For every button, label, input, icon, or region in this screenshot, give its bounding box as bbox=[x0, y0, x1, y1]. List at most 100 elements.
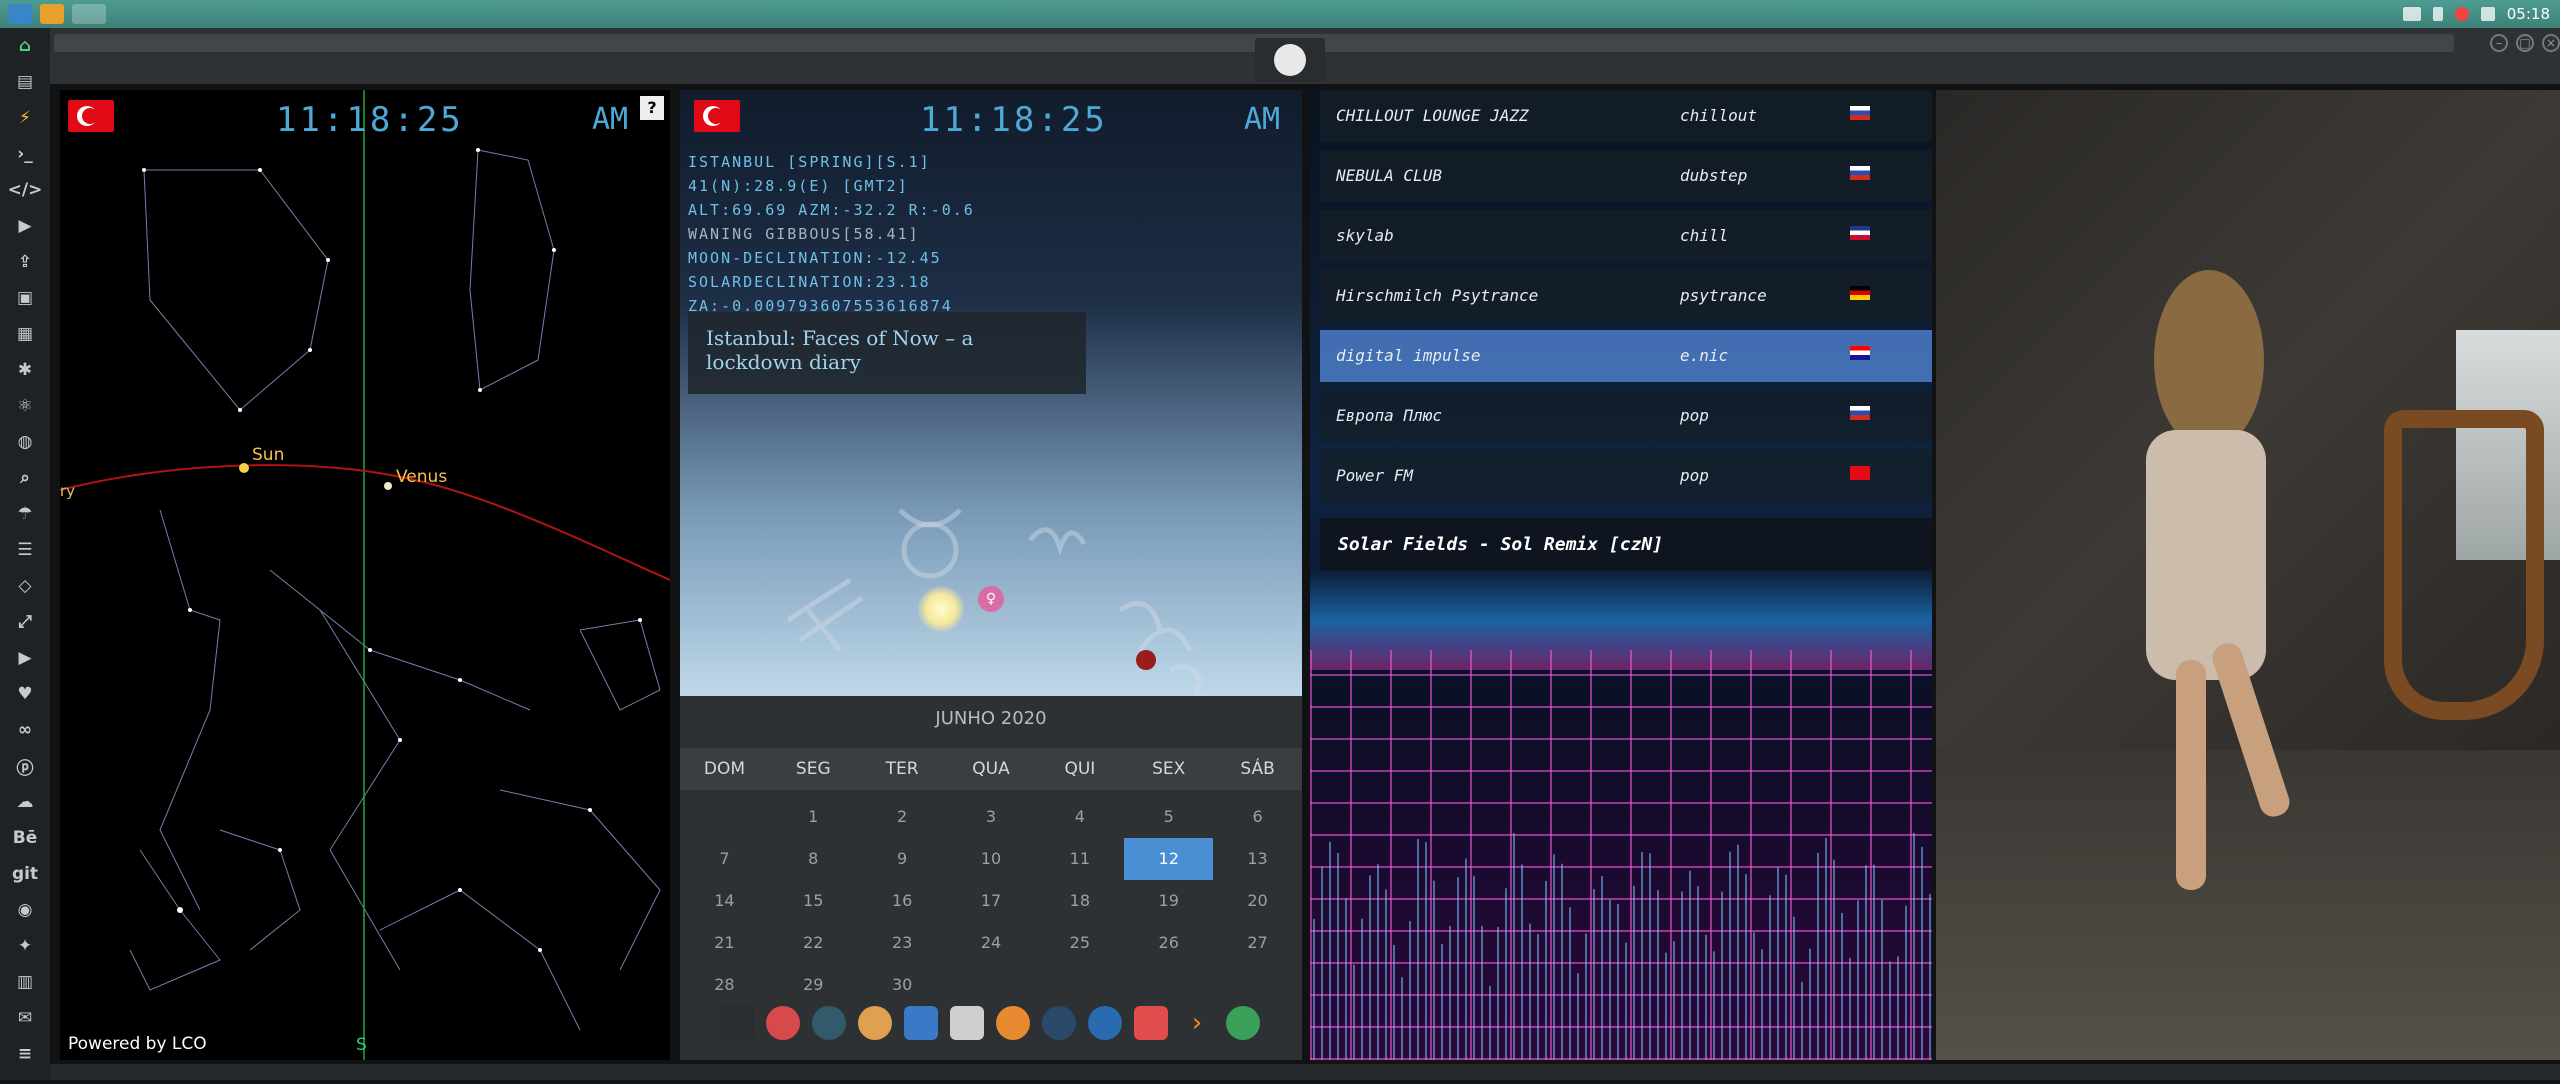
station-row[interactable]: NEBULA CLUB dubstep bbox=[1320, 150, 1932, 202]
browser-chrome: – □ × bbox=[50, 28, 2560, 84]
sidebar-b-icon[interactable]: Bē bbox=[0, 820, 50, 856]
wifi-icon[interactable] bbox=[2480, 7, 2495, 21]
sidebar-asterisk-icon[interactable]: ✱ bbox=[0, 352, 50, 388]
calendar-app-icon[interactable] bbox=[1134, 1006, 1168, 1040]
sidebar-list-icon[interactable]: ≡ bbox=[0, 1036, 50, 1072]
sidebar-terminal-icon[interactable]: ›_ bbox=[0, 136, 50, 172]
image-tray-icon[interactable] bbox=[2402, 7, 2421, 21]
sublime-icon[interactable] bbox=[40, 4, 64, 24]
sidebar-bolt-icon[interactable]: ⚡ bbox=[0, 100, 50, 136]
sidebar-atom-icon[interactable]: ⚛ bbox=[0, 388, 50, 424]
weekday-label: QUI bbox=[1064, 759, 1096, 779]
station-row[interactable]: Европа Плюс pop bbox=[1320, 390, 1932, 442]
calendar-day[interactable]: 12 bbox=[1124, 838, 1214, 880]
alert-icon[interactable] bbox=[2454, 7, 2469, 21]
spectrum-bars bbox=[1313, 833, 1931, 1060]
photos-icon[interactable] bbox=[858, 1006, 892, 1040]
calendar-month[interactable]: JUNHO 2020 bbox=[680, 708, 1302, 729]
calendar-day[interactable]: 11 bbox=[1035, 838, 1124, 880]
minimize-button[interactable]: – bbox=[2490, 34, 2508, 52]
globe-app-icon[interactable] bbox=[1088, 1006, 1122, 1040]
sidebar-expand-icon[interactable]: ⤢ bbox=[0, 604, 50, 640]
calendar-day[interactable]: 14 bbox=[680, 880, 769, 922]
station-row[interactable]: digital impulse e.nic bbox=[1320, 330, 1932, 382]
sidebar-code-icon[interactable]: </> bbox=[0, 172, 50, 208]
calendar-day[interactable]: 27 bbox=[1213, 922, 1302, 964]
station-row[interactable]: Hirschmilch Psytrance psytrance bbox=[1320, 270, 1932, 322]
sidebar-loop-icon[interactable]: ∞ bbox=[0, 712, 50, 748]
calendar-day[interactable]: 20 bbox=[1213, 880, 1302, 922]
sidebar-contacts-icon[interactable]: ☰ bbox=[0, 532, 50, 568]
address-bar[interactable] bbox=[54, 34, 2454, 52]
sidebar-news-icon[interactable]: ▦ bbox=[0, 316, 50, 352]
hourglass-icon[interactable] bbox=[766, 1006, 800, 1040]
sidebar-globe-icon[interactable]: ◍ bbox=[0, 424, 50, 460]
sidebar-share-icon[interactable]: ⇪ bbox=[0, 244, 50, 280]
bluetooth-icon[interactable] bbox=[2432, 7, 2443, 21]
apps-icon[interactable] bbox=[720, 1006, 754, 1040]
calendar-day[interactable]: 26 bbox=[1124, 922, 1213, 964]
calendar-day[interactable]: 17 bbox=[947, 880, 1036, 922]
calendar-day[interactable]: 9 bbox=[858, 838, 947, 880]
window-thumb-icon[interactable] bbox=[72, 4, 106, 24]
calendar-day[interactable]: 7 bbox=[680, 838, 769, 880]
calendar-day[interactable]: 21 bbox=[680, 922, 769, 964]
sidebar-cloud-icon[interactable]: ☁ bbox=[0, 784, 50, 820]
sidebar-search-icon[interactable]: ⌕ bbox=[0, 460, 50, 496]
calendar-day[interactable]: 10 bbox=[947, 838, 1036, 880]
files-icon[interactable] bbox=[8, 4, 32, 24]
sidebar-github-icon[interactable]: ◉ bbox=[0, 892, 50, 928]
sidebar-puzzle-icon[interactable]: ✦ bbox=[0, 928, 50, 964]
help-button[interactable]: ? bbox=[640, 96, 664, 120]
sidebar-page-icon[interactable]: ▤ bbox=[0, 64, 50, 100]
calendar-day[interactable]: 1 bbox=[769, 796, 858, 838]
calendar-day[interactable]: 5 bbox=[1124, 796, 1213, 838]
calendar-day[interactable]: 15 bbox=[769, 880, 858, 922]
calendar-day[interactable]: 16 bbox=[858, 880, 947, 922]
calendar-day[interactable]: 8 bbox=[769, 838, 858, 880]
sidebar-heart-icon[interactable]: ♥ bbox=[0, 676, 50, 712]
close-button[interactable]: × bbox=[2542, 34, 2560, 52]
sidebar-youtube-icon[interactable]: ▶ bbox=[0, 640, 50, 676]
station-genre: e.nic bbox=[1680, 346, 1729, 365]
earth-icon[interactable] bbox=[812, 1006, 846, 1040]
yandex-icon[interactable] bbox=[1226, 1006, 1260, 1040]
calendar-day[interactable]: 22 bbox=[769, 922, 858, 964]
photo-figure bbox=[2116, 270, 2294, 910]
rebel-emblem-icon[interactable] bbox=[1255, 38, 1325, 82]
calendar-day[interactable]: 25 bbox=[1035, 922, 1124, 964]
sidebar-mail-icon[interactable]: ✉ bbox=[0, 1000, 50, 1036]
translate-icon[interactable] bbox=[904, 1006, 938, 1040]
station-row[interactable]: CHILLOUT LOUNGE JAZZ chillout bbox=[1320, 90, 1932, 142]
clock-text[interactable]: 05:18 bbox=[2507, 5, 2550, 23]
sidebar-map-icon[interactable]: ▥ bbox=[0, 964, 50, 1000]
sidebar-image-icon[interactable]: ▣ bbox=[0, 280, 50, 316]
calendar-day[interactable]: 23 bbox=[858, 922, 947, 964]
sidebar-git-icon[interactable]: git bbox=[0, 856, 50, 892]
now-playing[interactable]: Solar Fields - Sol Remix [czN] bbox=[1320, 518, 1932, 570]
star-chart-panel[interactable]: Sun Venus ry S 11:18:25 AM ? Powered by … bbox=[60, 90, 670, 1060]
notes-icon[interactable] bbox=[950, 1006, 984, 1040]
calendar-day[interactable]: 13 bbox=[1213, 838, 1302, 880]
station-genre: chillout bbox=[1680, 106, 1758, 125]
station-row[interactable]: Power FM pop bbox=[1320, 450, 1932, 502]
calendar-day[interactable]: 4 bbox=[1035, 796, 1124, 838]
arrow-app-icon[interactable]: › bbox=[1180, 1006, 1214, 1040]
calendar-day[interactable]: 6 bbox=[1213, 796, 1302, 838]
radio-panel: CHILLOUT LOUNGE JAZZ chillout NEBULA CLUB d… bbox=[1310, 90, 1932, 1060]
search-app-icon[interactable] bbox=[996, 1006, 1030, 1040]
sidebar-pinterest-icon[interactable]: ⓟ bbox=[0, 748, 50, 784]
calendar-day[interactable]: 24 bbox=[947, 922, 1036, 964]
maximize-button[interactable]: □ bbox=[2516, 34, 2534, 52]
station-row[interactable]: skylab chill bbox=[1320, 210, 1932, 262]
sidebar-tag-icon[interactable]: ◇ bbox=[0, 568, 50, 604]
sidebar-play-icon[interactable]: ▶ bbox=[0, 208, 50, 244]
calendar-day[interactable]: 18 bbox=[1035, 880, 1124, 922]
sidebar-umbrella-icon[interactable]: ☂ bbox=[0, 496, 50, 532]
calendar-day[interactable]: 3 bbox=[947, 796, 1036, 838]
calendar-day[interactable]: 19 bbox=[1124, 880, 1213, 922]
sidebar-home-icon[interactable]: ⌂ bbox=[0, 28, 50, 64]
clock-app-icon[interactable] bbox=[1042, 1006, 1076, 1040]
calendar-day[interactable]: 2 bbox=[858, 796, 947, 838]
powered-by[interactable]: Powered by LCO bbox=[68, 1034, 207, 1054]
